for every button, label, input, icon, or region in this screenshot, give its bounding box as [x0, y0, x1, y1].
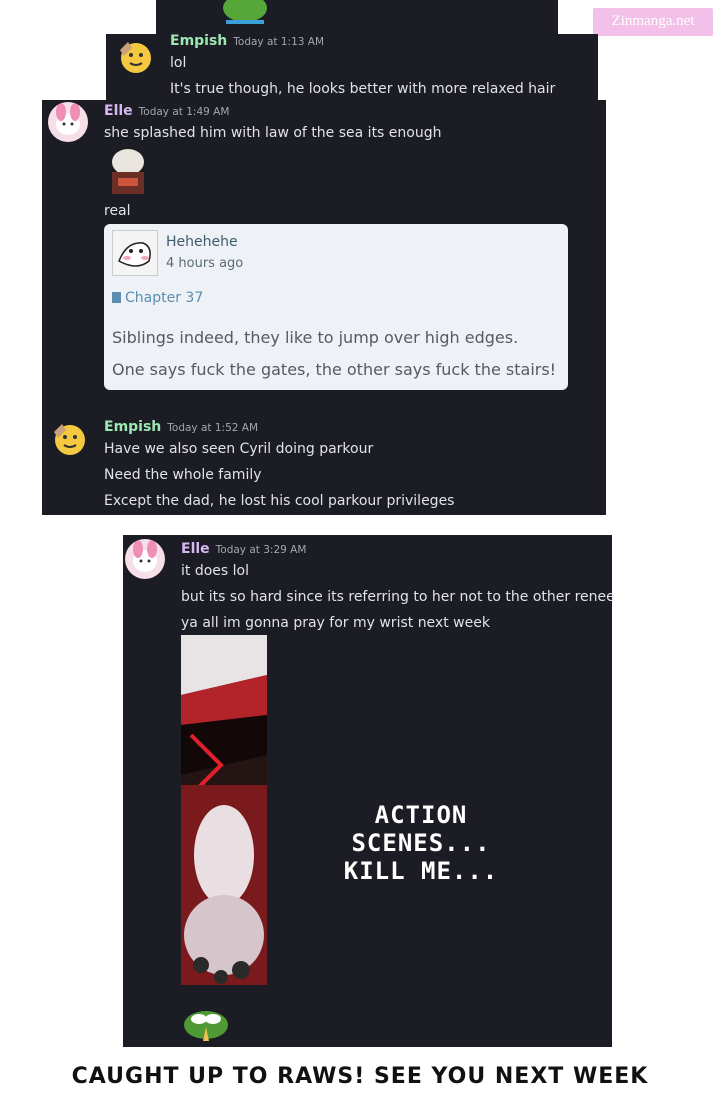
embed-text-line: One says fuck the gates, the other says …	[112, 360, 557, 379]
watermark: Zinmanga.net	[593, 8, 713, 36]
message-panel-1: Empish Today at 1:13 AM lol It's true tho…	[106, 32, 598, 100]
author-name[interactable]: Empish Today at 1:13 AM	[170, 32, 324, 51]
author-name-text[interactable]: Empish	[104, 419, 161, 435]
frog-emote	[220, 0, 270, 26]
message-line: Have we also seen Cyril doing parkour	[104, 441, 374, 457]
file-icon	[112, 292, 121, 303]
timestamp: Today at 1:13 AM	[233, 36, 325, 48]
caption-line: ACTION SCENES...	[351, 801, 491, 857]
message-line: lol	[170, 55, 187, 71]
author-name[interactable]: Elle Today at 1:49 AM	[104, 102, 229, 121]
message-line: real	[104, 203, 131, 219]
embed-author-avatar	[112, 230, 158, 276]
message-panel-2: Elle Today at 1:49 AM she splashed him wi…	[42, 100, 606, 515]
emoji-face-avatar[interactable]	[48, 418, 88, 458]
embed-link-text[interactable]: Chapter 37	[125, 290, 203, 306]
caption-line: KILL ME...	[343, 857, 499, 885]
top-sliver-panel	[156, 0, 558, 34]
message-line: ya all im gonna pray for my wrist next w…	[181, 615, 490, 631]
message-line: it does lol	[181, 563, 249, 579]
embed-author[interactable]: Hehehehe	[166, 234, 238, 250]
footer-caption: CAUGHT UP TO RAWS! SEE YOU NEXT WEEK	[71, 1064, 649, 1089]
embed-time: 4 hours ago	[166, 256, 244, 271]
action-caption: ACTION SCENES... KILL ME...	[323, 801, 519, 885]
pink-bunny-avatar[interactable]	[48, 102, 88, 142]
emoji-face-avatar[interactable]	[114, 36, 154, 76]
message-line: she splashed him with law of the sea its…	[104, 125, 442, 141]
timestamp: Today at 1:52 AM	[167, 422, 259, 434]
author-name[interactable]: Empish Today at 1:52 AM	[104, 418, 258, 437]
message-line: Except the dad, he lost his cool parkour…	[104, 493, 455, 509]
embed-text-line: Siblings indeed, they like to jump over …	[112, 328, 519, 347]
message-panel-3: Elle Today at 3:29 AM it does lol but its…	[123, 535, 615, 1047]
author-name-text[interactable]: Elle	[104, 103, 133, 119]
author-name-text[interactable]: Elle	[181, 541, 210, 557]
message-line: It's true though, he looks better with m…	[170, 81, 556, 97]
timestamp: Today at 3:29 AM	[215, 544, 307, 556]
message-line: but its so hard since its referring to h…	[181, 589, 615, 605]
watermark-text: Zinmanga.net	[611, 13, 695, 29]
timestamp: Today at 1:49 AM	[138, 106, 230, 118]
pink-bunny-avatar[interactable]	[125, 539, 165, 579]
praying-frog-emote	[181, 1007, 231, 1043]
author-name-text[interactable]: Empish	[170, 33, 227, 49]
manga-strip-image[interactable]	[181, 635, 267, 985]
meme-emote	[108, 148, 148, 196]
embed-link[interactable]: Chapter 37	[112, 290, 203, 306]
reply-embed-card[interactable]: Hehehehe 4 hours ago Chapter 37 Siblings…	[104, 224, 568, 390]
message-line: Need the whole family	[104, 467, 262, 483]
author-name[interactable]: Elle Today at 3:29 AM	[181, 540, 306, 559]
